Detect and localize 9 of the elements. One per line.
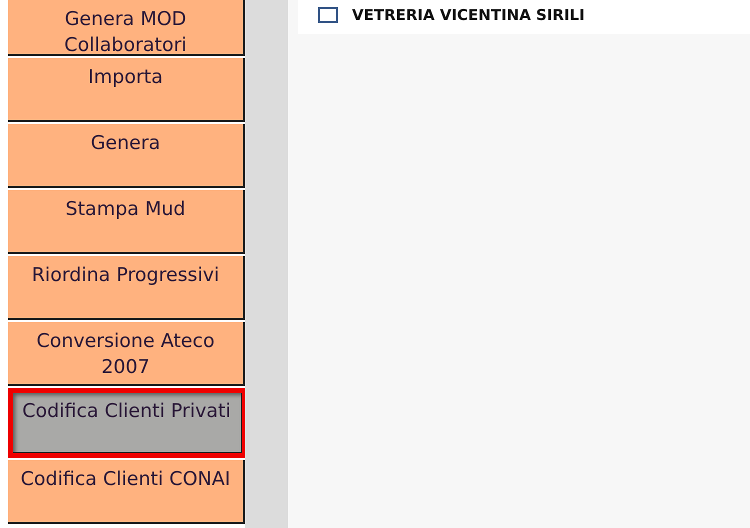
menu-button[interactable]: Importa	[8, 58, 245, 122]
menu-button[interactable]: Conversione Ateco 2007	[8, 322, 245, 386]
menu-button[interactable]: Codifica Clienti CONAI	[8, 460, 245, 524]
row-label: VETRERIA VICENTINA SIRILI	[352, 6, 585, 24]
menu-button[interactable]: Stampa Mud	[8, 190, 245, 254]
menu-button[interactable]: Riordina Progressivi	[8, 256, 245, 320]
checkbox[interactable]	[318, 7, 338, 23]
menu-button[interactable]: Genera	[8, 124, 245, 188]
menu-button[interactable]: Genera MOD Collaboratori	[8, 0, 245, 56]
